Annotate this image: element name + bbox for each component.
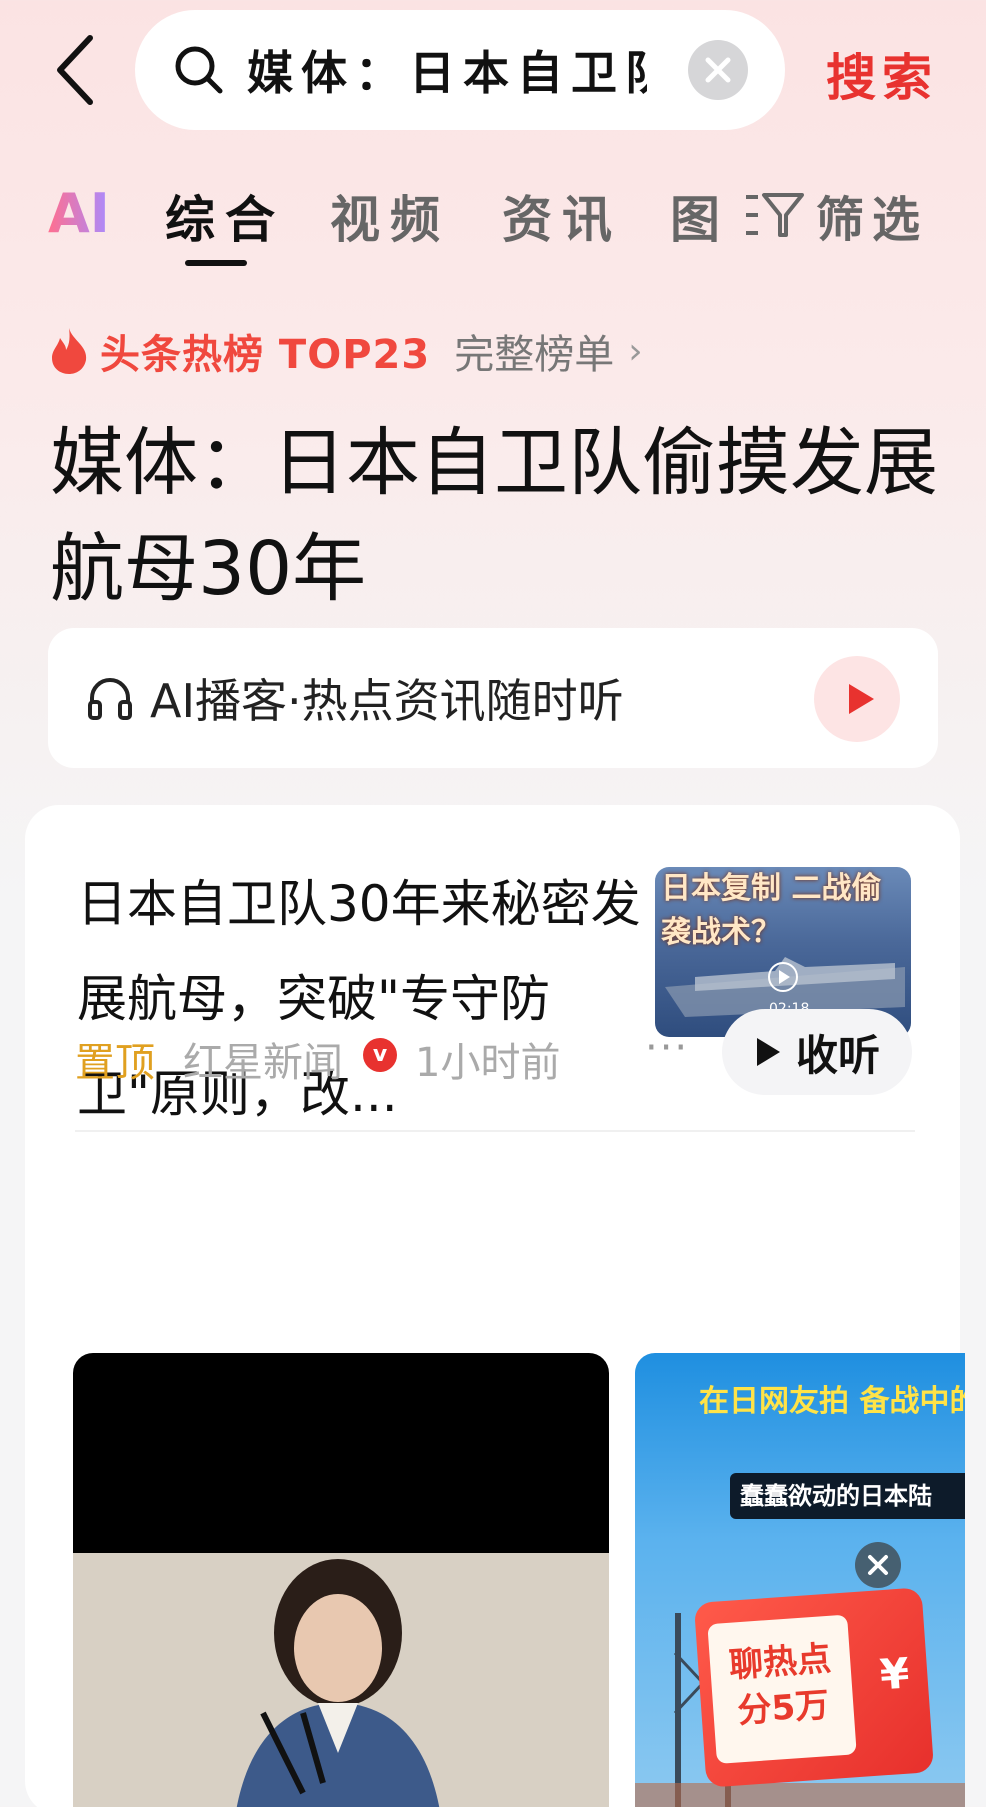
publish-time: 1小时前 — [415, 1040, 561, 1086]
hot-list-row[interactable]: 头条热榜 TOP23 完整榜单 › — [48, 322, 643, 380]
more-options-button[interactable]: ··· — [645, 1025, 689, 1071]
divider — [75, 1130, 915, 1132]
play-icon — [756, 1038, 780, 1066]
video-caption: 在日网友拍 备战中的日本自卫 — [699, 1384, 965, 1419]
close-icon — [868, 1555, 888, 1575]
verified-icon: v — [363, 1038, 397, 1072]
hot-list-label: 头条热榜 TOP23 — [100, 332, 431, 378]
listen-button[interactable]: 收听 — [722, 1009, 912, 1095]
tab-ai[interactable]: AI — [48, 182, 110, 245]
source-name[interactable]: 红星新闻 — [183, 1030, 343, 1088]
active-tab-indicator — [185, 260, 247, 266]
speaker-image — [73, 1553, 609, 1807]
tab-video[interactable]: 视频 — [330, 180, 450, 252]
video-thumbnail — [73, 1553, 609, 1807]
filter-label: 筛选 — [816, 192, 929, 248]
full-list-link[interactable]: 完整榜单 — [454, 322, 614, 380]
pinned-badge: 置顶 — [75, 1040, 155, 1086]
chevron-right-icon: › — [628, 330, 643, 372]
promo-text: 聊热点 分5万 — [707, 1614, 857, 1764]
promo-ad[interactable]: 聊热点 分5万 ¥ — [693, 1587, 935, 1788]
tab-comprehensive[interactable]: 综合 — [165, 180, 285, 252]
tab-news[interactable]: 资讯 — [502, 180, 622, 252]
search-button[interactable]: 搜索 — [826, 38, 938, 110]
ad-close-button[interactable] — [855, 1542, 901, 1588]
flame-icon — [52, 328, 87, 374]
play-icon — [849, 684, 874, 714]
search-icon — [175, 46, 223, 94]
thumbnail-caption: 日本复制 二战偷袭战术？ — [661, 871, 882, 950]
headphones-icon — [88, 678, 132, 720]
video-subcaption: 蠢蠢欲动的日本陆 — [730, 1473, 965, 1519]
search-tabs: AI 综合 视频 资讯 图 筛选 — [0, 170, 986, 270]
close-icon — [705, 57, 731, 83]
podcast-label: AI播客·热点资讯随时听 — [150, 674, 624, 728]
page-title: 媒体：日本自卫队偷摸发展航母30年 — [50, 420, 938, 612]
yen-icon: ¥ — [878, 1648, 911, 1700]
search-input[interactable]: 媒体：日本自卫队 — [135, 10, 785, 130]
tab-images[interactable]: 图 — [670, 180, 730, 252]
listen-label: 收听 — [795, 1030, 880, 1080]
search-query[interactable]: 媒体：日本自卫队 — [247, 37, 647, 103]
back-button[interactable] — [48, 30, 108, 110]
chevron-left-icon — [57, 35, 93, 105]
article-title[interactable]: 日本自卫队30年来秘密发展航母，突破"专守防卫"原则，改... — [77, 857, 647, 1142]
video-card-left[interactable] — [73, 1353, 609, 1807]
filter-button[interactable]: 筛选 — [744, 180, 928, 250]
clear-search-button[interactable] — [688, 40, 748, 100]
podcast-play-button[interactable] — [814, 656, 900, 742]
ai-podcast-bar[interactable]: AI播客·热点资讯随时听 — [48, 628, 938, 768]
filter-icon — [746, 193, 804, 237]
